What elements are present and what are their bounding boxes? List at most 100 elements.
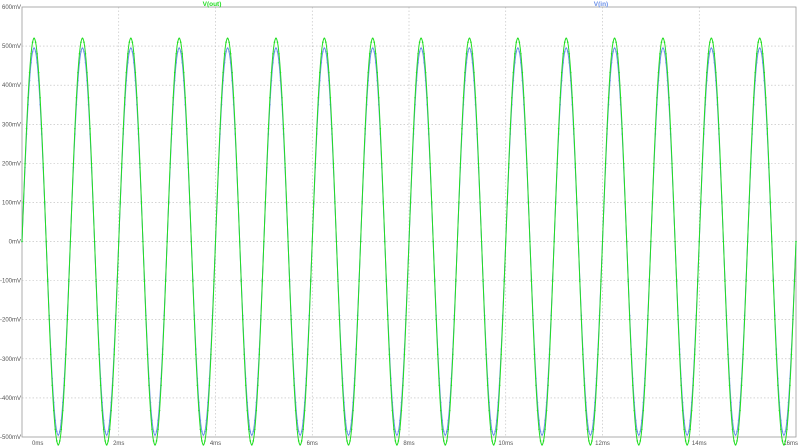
data-point	[46, 280, 49, 283]
data-point	[630, 353, 633, 356]
data-point	[130, 37, 132, 40]
data-point	[204, 430, 206, 433]
data-point	[379, 127, 382, 130]
data-point	[485, 353, 487, 356]
data-point	[54, 428, 57, 431]
data-point	[760, 50, 763, 53]
data-point	[299, 444, 301, 446]
data-point	[455, 280, 457, 283]
data-point	[246, 409, 249, 412]
data-point	[641, 428, 643, 431]
data-point	[464, 71, 466, 74]
data-point	[214, 240, 217, 243]
data-point	[131, 50, 134, 53]
data-point	[718, 127, 720, 130]
data-point	[563, 41, 566, 43]
data-point	[273, 41, 276, 43]
data-point	[179, 50, 182, 53]
data-point	[781, 430, 784, 433]
data-point	[181, 52, 184, 55]
data-point	[178, 47, 181, 49]
data-point	[136, 97, 138, 99]
data-point	[585, 409, 587, 412]
data-point	[612, 50, 614, 53]
data-point	[158, 409, 161, 412]
data-point	[441, 428, 444, 431]
data-point	[291, 353, 294, 356]
data-point	[565, 47, 568, 49]
data-point	[347, 444, 350, 446]
data-point	[33, 37, 35, 40]
data-point	[142, 240, 144, 243]
data-point	[520, 52, 522, 55]
data-point	[312, 201, 315, 203]
x-tick-label: 4ms	[210, 441, 221, 447]
data-point	[349, 430, 351, 433]
data-point	[648, 280, 651, 283]
data-point	[710, 47, 713, 49]
data-point	[458, 201, 460, 203]
data-point	[353, 384, 356, 387]
data-point	[662, 47, 664, 49]
data-point	[281, 97, 283, 99]
data-point	[45, 240, 47, 243]
data-point	[111, 384, 114, 387]
data-point	[706, 71, 708, 74]
data-point	[467, 41, 469, 43]
data-point	[436, 353, 439, 356]
data-point	[80, 41, 82, 43]
data-point	[730, 409, 732, 412]
data-point	[161, 353, 164, 356]
data-point	[272, 52, 274, 55]
data-point	[615, 41, 617, 43]
data-point	[542, 440, 545, 442]
data-point	[579, 280, 581, 283]
data-point	[133, 52, 135, 55]
data-point	[374, 52, 377, 55]
data-point	[266, 162, 268, 165]
data-point	[628, 318, 631, 321]
data-point	[654, 127, 657, 130]
data-point	[128, 41, 131, 43]
data-point	[743, 318, 746, 321]
data-point	[350, 428, 353, 431]
data-point	[207, 409, 209, 412]
data-point	[62, 409, 64, 412]
data-point	[154, 444, 156, 446]
data-point	[300, 430, 303, 433]
data-point	[394, 440, 397, 442]
data-point	[235, 162, 238, 165]
data-point	[727, 353, 729, 356]
data-point	[616, 52, 619, 55]
data-point	[633, 409, 636, 412]
data-point	[344, 428, 347, 431]
legend-vin[interactable]: V(in)	[594, 1, 608, 8]
data-point	[566, 50, 569, 53]
data-point	[294, 409, 297, 412]
data-point	[406, 280, 409, 283]
data-point	[580, 318, 583, 321]
data-point	[352, 409, 354, 412]
data-point	[492, 444, 495, 446]
data-point	[275, 37, 277, 40]
data-point	[211, 318, 214, 321]
data-point	[498, 384, 501, 387]
data-point	[612, 41, 614, 43]
data-point	[204, 440, 206, 442]
data-point	[52, 409, 55, 412]
data-point	[792, 318, 794, 321]
data-point	[49, 353, 52, 356]
data-point	[693, 353, 696, 356]
data-point	[72, 162, 75, 165]
data-point	[761, 52, 764, 55]
data-point	[114, 318, 117, 321]
y-tick-label: 400mV	[2, 83, 21, 89]
data-point	[758, 47, 761, 49]
data-point	[541, 444, 543, 446]
x-tick-label: 12ms	[595, 441, 610, 447]
data-point	[355, 353, 357, 356]
data-point	[217, 162, 220, 165]
data-point	[766, 127, 769, 130]
legend-vout[interactable]: V(out)	[203, 1, 222, 8]
data-point	[503, 280, 506, 283]
